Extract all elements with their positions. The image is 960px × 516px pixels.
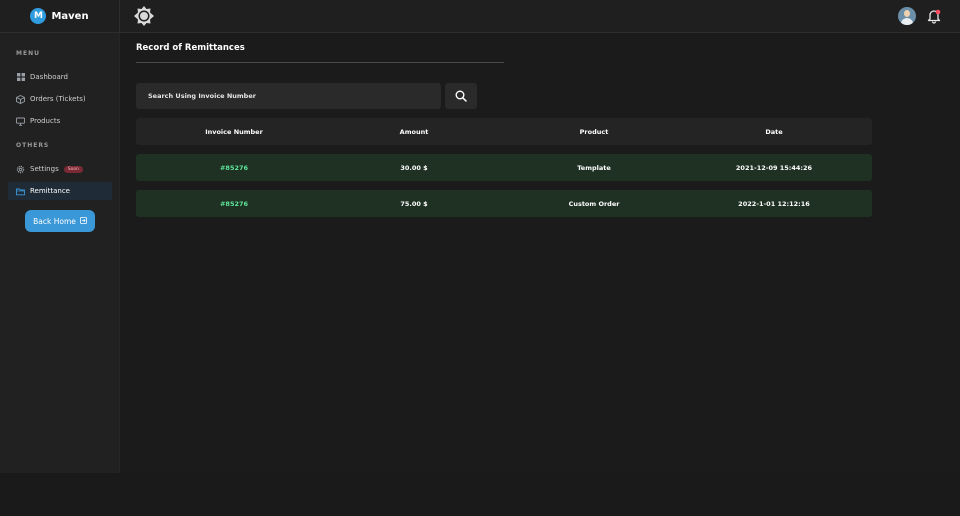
search-button[interactable] xyxy=(445,83,477,109)
date-cell: 2021-12-09 15:44:26 xyxy=(735,163,813,172)
sidebar-item-label: Remittance xyxy=(30,187,70,195)
column-header-amount[interactable]: Amount xyxy=(332,118,496,145)
monitor-icon xyxy=(16,117,25,126)
table-row[interactable]: #85276 75.00 $ Custom Order 2022-1-01 12… xyxy=(136,190,872,217)
section-label-others: OTHERS xyxy=(16,142,50,149)
table-row[interactable]: #85276 30.00 $ Template 2021-12-09 15:44… xyxy=(136,154,872,181)
sidebar-item-remittance[interactable]: Remittance xyxy=(8,182,112,200)
brand-name: Maven xyxy=(51,10,89,22)
brand[interactable]: M Maven xyxy=(0,0,120,32)
dashboard-icon xyxy=(16,73,25,82)
notification-bell-icon[interactable] xyxy=(926,8,942,24)
sidebar-item-products[interactable]: Products xyxy=(8,112,112,130)
folder-icon xyxy=(16,187,25,196)
sidebar-item-dashboard[interactable]: Dashboard xyxy=(8,68,112,86)
product-cell: Custom Order xyxy=(568,199,620,208)
column-header-date[interactable]: Date xyxy=(692,118,856,145)
title-divider xyxy=(136,62,504,63)
sidebar-item-label: Orders (Tickets) xyxy=(30,95,86,103)
invoice-number-cell[interactable]: #85276 xyxy=(152,190,316,217)
box-icon xyxy=(16,94,25,104)
sidebar-item-label: Products xyxy=(30,117,61,125)
exit-icon xyxy=(79,216,87,226)
invoice-search-input[interactable] xyxy=(136,83,441,109)
page-title: Record of Remittances xyxy=(136,43,245,53)
sidebar-item-label: Settings xyxy=(30,165,59,173)
page-footer-area xyxy=(0,473,960,516)
theme-toggle-sun-icon[interactable] xyxy=(133,5,155,27)
section-label-menu: MENU xyxy=(16,50,40,57)
search-icon xyxy=(455,87,467,106)
top-bar: M Maven xyxy=(0,0,960,33)
gear-icon xyxy=(16,165,25,174)
back-home-label: Back Home xyxy=(33,216,76,226)
user-avatar[interactable] xyxy=(898,7,916,25)
column-header-invoice-number[interactable]: Invoice Number xyxy=(152,118,316,145)
soon-badge: Soon xyxy=(63,165,83,173)
amount-cell: 75.00 $ xyxy=(400,199,428,208)
brand-logo: M xyxy=(30,8,47,24)
back-home-button[interactable]: Back Home xyxy=(25,210,95,232)
table-header: Invoice Number Amount Product Date xyxy=(136,118,872,145)
sidebar-item-label: Dashboard xyxy=(30,73,68,81)
date-cell: 2022-1-01 12:12:16 xyxy=(738,199,810,208)
sidebar-item-orders[interactable]: Orders (Tickets) xyxy=(8,90,112,108)
column-header-product[interactable]: Product xyxy=(512,118,676,145)
sidebar-item-settings[interactable]: Settings Soon xyxy=(8,160,112,178)
amount-cell: 30.00 $ xyxy=(400,163,428,172)
sidebar: MENU Dashboard Orders (Tickets) Products… xyxy=(0,33,120,473)
invoice-number-cell[interactable]: #85276 xyxy=(152,154,316,181)
product-cell: Template xyxy=(577,163,611,172)
